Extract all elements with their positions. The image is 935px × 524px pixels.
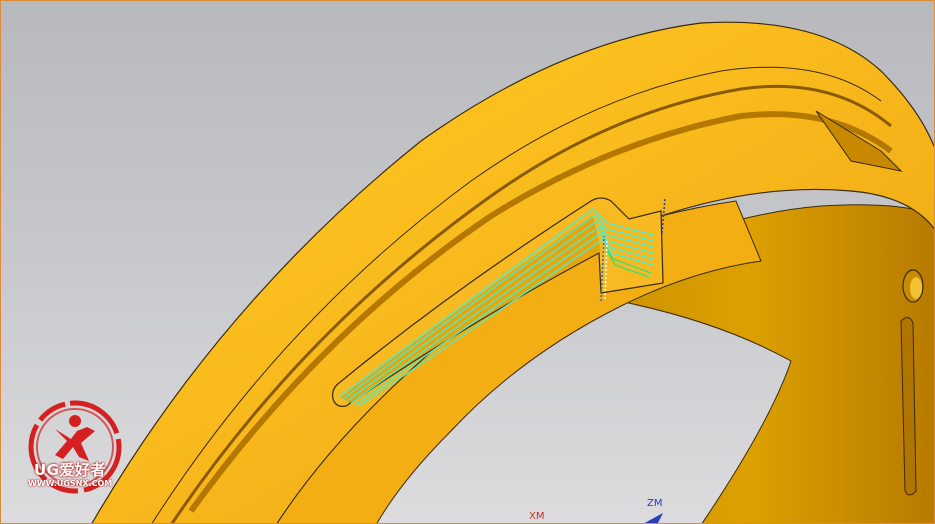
axis-xm-label: XM <box>529 511 545 522</box>
cad-model-view[interactable] <box>1 1 935 524</box>
watermark-brand: UG爱好者 <box>34 461 106 479</box>
axis-zm-label: ZM <box>647 498 663 509</box>
side-hole-inner <box>910 277 922 299</box>
graphics-viewport[interactable]: XM ZM UG爱好者 WWW.UGSNX.COM <box>0 0 935 524</box>
wcs-z-arrow <box>644 513 663 523</box>
watermark-url: WWW.UGSNX.COM <box>28 479 113 488</box>
